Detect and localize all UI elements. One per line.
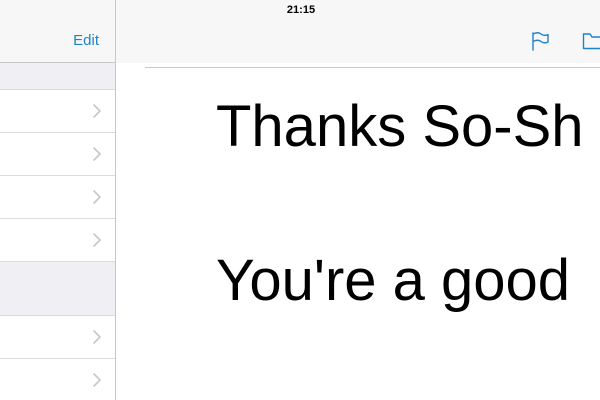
status-bar: 21:15 <box>0 0 600 20</box>
message-body: Thanks So-Sh You're a good <box>116 68 600 400</box>
list-item[interactable] <box>0 219 115 262</box>
section-header <box>0 262 115 316</box>
list-item[interactable] <box>0 359 115 400</box>
edit-button[interactable]: Edit <box>73 32 99 49</box>
status-time: 21:15 <box>286 4 316 16</box>
chevron-right-icon <box>93 104 101 118</box>
mailbox-list: Edit <box>0 0 116 400</box>
list-item[interactable] <box>0 90 115 133</box>
message-line: You're a good <box>216 248 571 313</box>
flag-icon[interactable] <box>530 31 550 51</box>
message-line: Thanks So-Sh <box>216 94 584 159</box>
chevron-right-icon <box>93 233 101 247</box>
chevron-right-icon <box>93 190 101 204</box>
folder-icon[interactable] <box>582 32 600 50</box>
section-header <box>0 63 115 90</box>
list-item[interactable] <box>0 133 115 176</box>
chevron-right-icon <box>93 373 101 387</box>
chevron-right-icon <box>93 147 101 161</box>
list-item[interactable] <box>0 316 115 359</box>
chevron-right-icon <box>93 330 101 344</box>
list-item[interactable] <box>0 176 115 219</box>
